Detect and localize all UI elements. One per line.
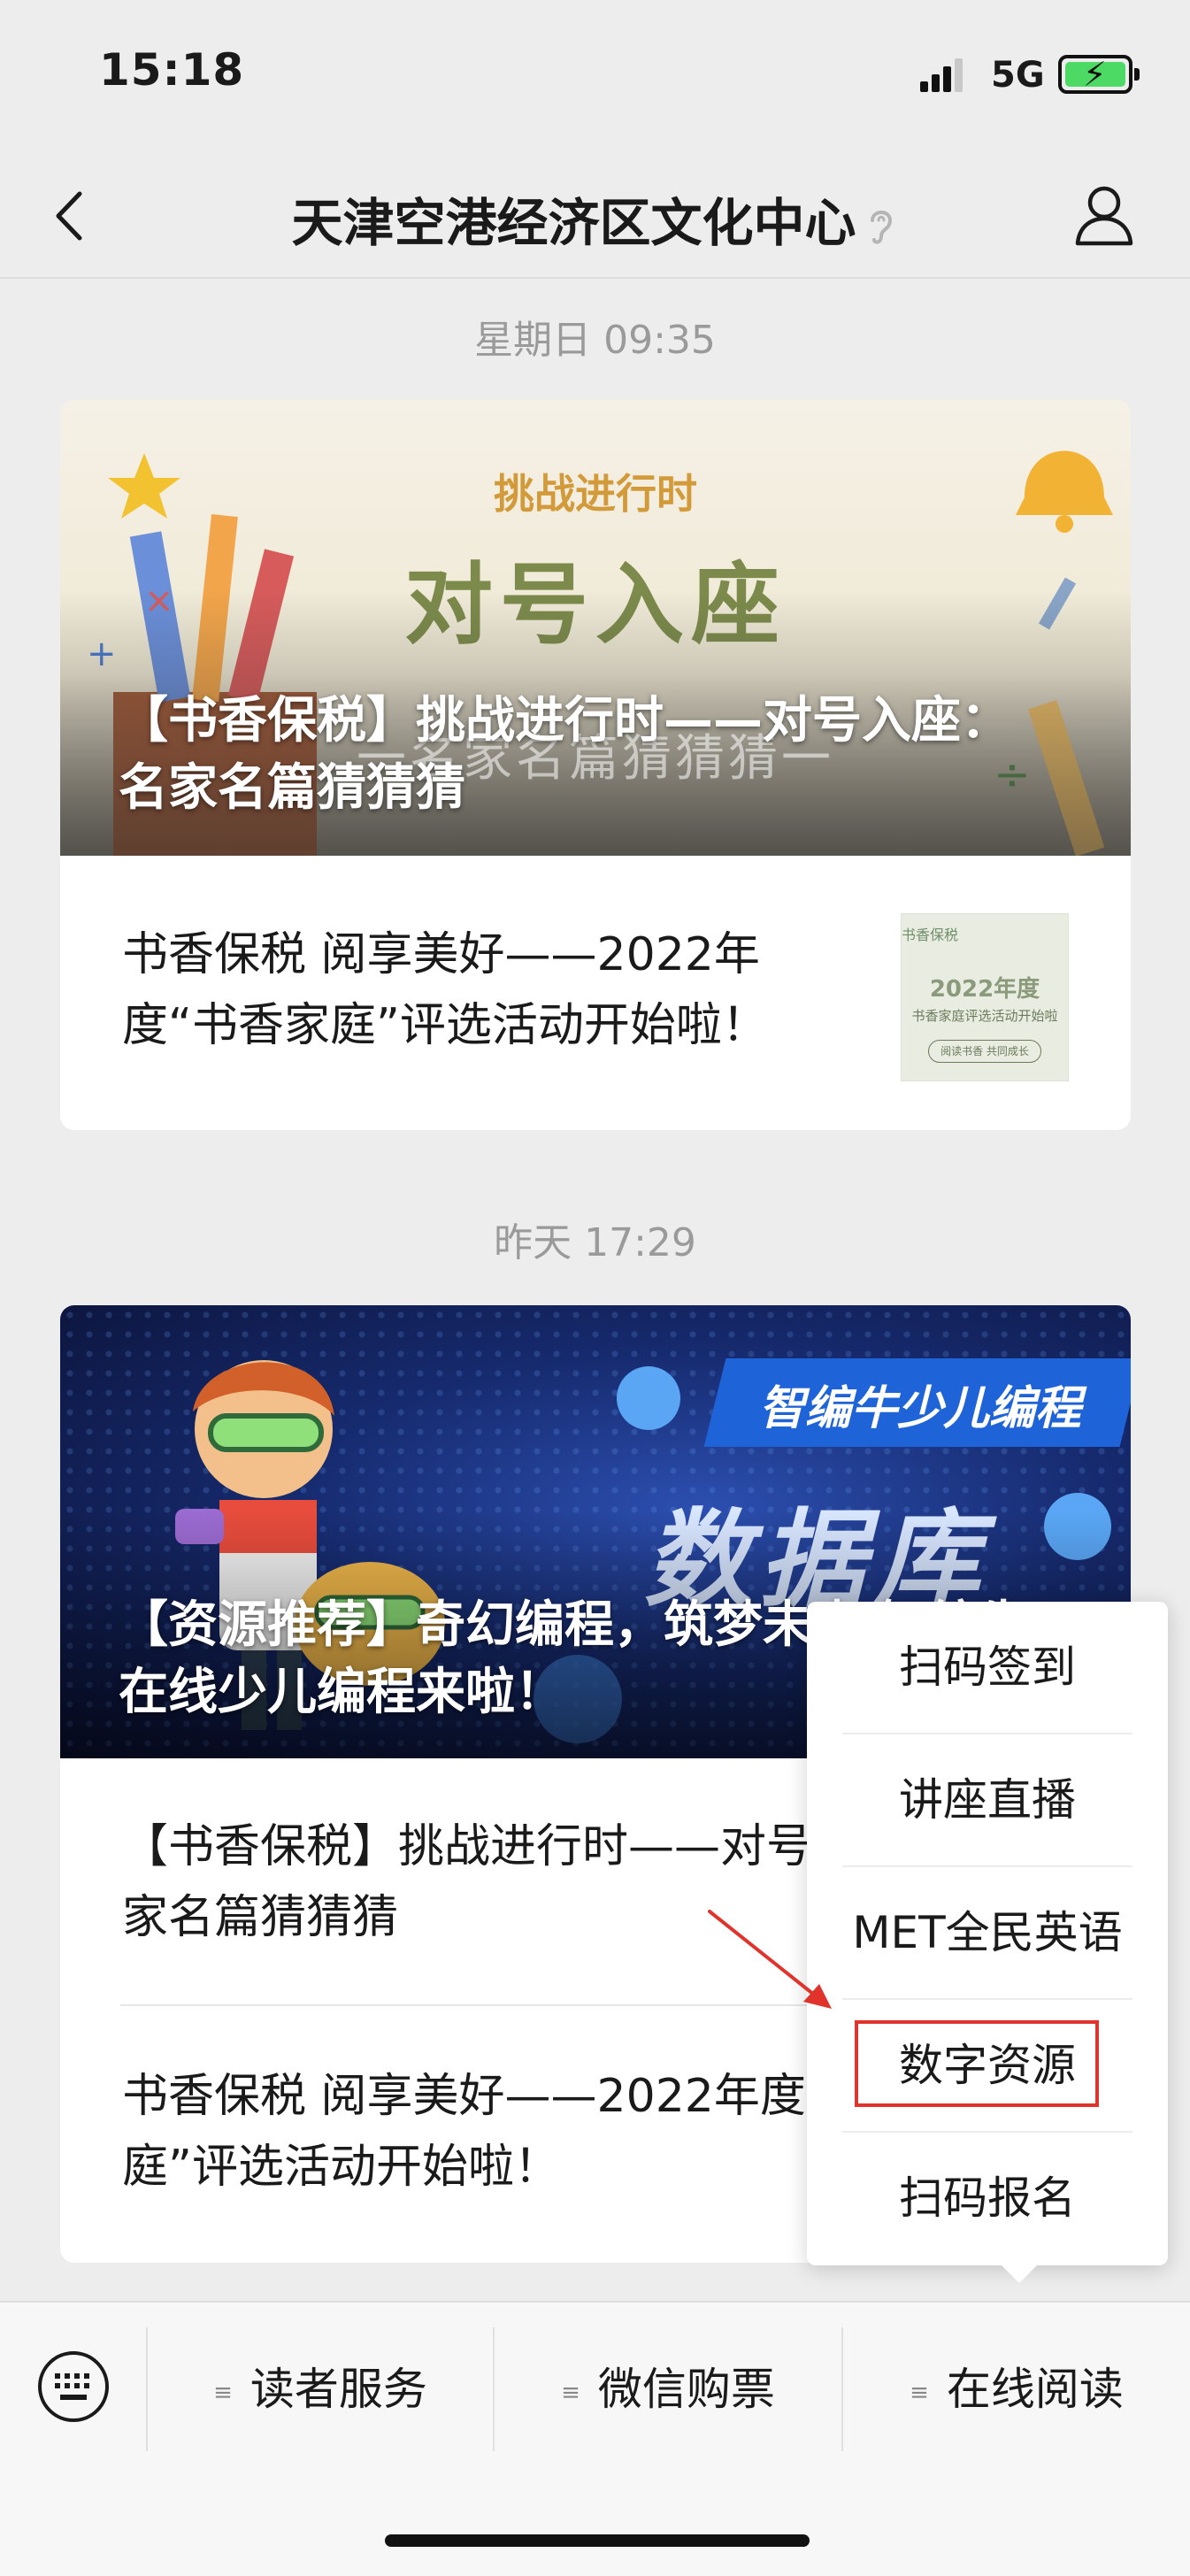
battery-charging-icon: ⚡ (1058, 55, 1140, 94)
list-item-thumbnail: 书香保税 2022年度 书香家庭评选活动开始啦 阅读书香 共同成长 (901, 913, 1069, 1081)
thumbnail-line: 书香家庭评选活动开始啦 (911, 1008, 1058, 1024)
list-item[interactable]: 书香保税 阅享美好——2022年度“书香家庭”评选活动开始啦！ 书香保税 202… (60, 856, 1131, 1130)
page-title-text: 天津空港经济区文化中心 (291, 193, 856, 253)
cover-title: 【书香保税】挑战进行时——对号入座：名家名篇猜猜猜 (119, 692, 1010, 817)
timestamp: 星期日 09:35 (474, 318, 716, 363)
menu-item-lecture-live[interactable]: 讲座直播 (807, 1734, 1168, 1865)
menu-icon: ≡ (910, 2379, 929, 2406)
thumbnail-top-text: 书香保税 (902, 927, 959, 943)
keyboard-icon[interactable] (35, 2349, 111, 2425)
bottom-menu-wechat-tickets[interactable]: ≡ 微信购票 (495, 2347, 841, 2432)
timestamp: 昨天 17:29 (494, 1220, 696, 1265)
profile-icon[interactable] (1071, 180, 1138, 250)
status-time: 15:18 (99, 44, 245, 96)
home-indicator[interactable] (385, 2534, 810, 2547)
cover-art-tag: 智编牛少儿编程 (759, 1382, 1082, 1435)
cover-art-small: 挑战进行时 (494, 470, 697, 518)
cover-article[interactable]: × + ÷ 挑战进行时 对号入座 一名家名篇猜猜猜一 【书香保税】挑战进行时——… (60, 400, 1131, 856)
menu-item-scan-register[interactable]: 扫码报名 (807, 2133, 1168, 2264)
menu-item-scan-checkin[interactable]: 扫码签到 (807, 1602, 1168, 1733)
red-arrow-icon (708, 1910, 832, 2009)
menu-icon: ≡ (213, 2379, 233, 2406)
bottom-menu-bar: ≡ 读者服务 ≡ 微信购票 ≡ 在线阅读 (0, 2301, 1190, 2576)
signal-icon (920, 57, 966, 92)
menu-icon: ≡ (561, 2379, 580, 2406)
highlight-box (855, 2020, 1099, 2107)
bottom-menu-label: 读者服务 (250, 2364, 427, 2415)
ear-icon[interactable] (864, 204, 899, 249)
bottom-menu-reader-service[interactable]: ≡ 读者服务 (148, 2347, 493, 2432)
popup-menu: 扫码签到 讲座直播 MET全民英语 数字资源 扫码报名 (807, 1602, 1168, 2283)
bottom-menu-label: 微信购票 (597, 2364, 775, 2415)
status-bar: 15:18 5G ⚡ (0, 0, 1190, 155)
bottom-menu-online-reading[interactable]: ≡ 在线阅读 (843, 2347, 1190, 2432)
thumbnail-pill: 阅读书香 共同成长 (928, 1040, 1041, 1063)
article-card: × + ÷ 挑战进行时 对号入座 一名家名篇猜猜猜一 【书香保税】挑战进行时——… (60, 400, 1131, 1130)
page-title: 天津空港经济区文化中心 (0, 181, 1190, 256)
menu-item-met-english[interactable]: MET全民英语 (807, 1867, 1168, 1998)
list-item-title: 书香保税 阅享美好——2022年度“书香家庭”评选活动开始啦！ (122, 928, 768, 1052)
bottom-menu-label: 在线阅读 (946, 2364, 1124, 2415)
thumbnail-year: 2022年度 (929, 976, 1040, 1003)
network-label: 5G (991, 55, 1045, 96)
nav-bar: 天津空港经济区文化中心 (0, 155, 1190, 279)
